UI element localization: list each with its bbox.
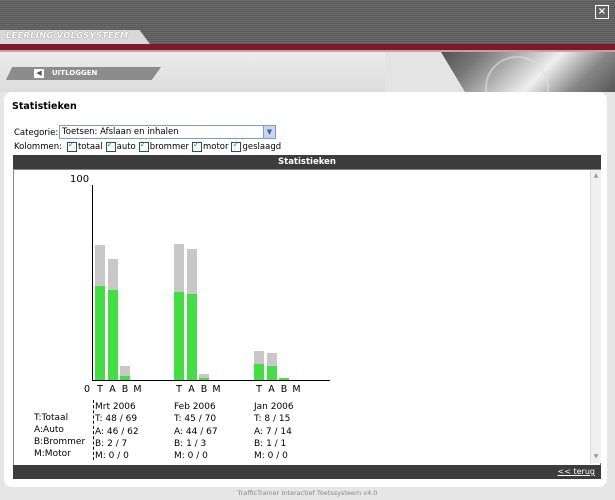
group-stat-t: T: 8 / 15	[254, 414, 291, 425]
bar-passed-segment	[107, 290, 118, 380]
tick-label-t: T	[97, 384, 103, 395]
bar-passed-segment	[186, 294, 197, 380]
columns-row: Kolommen: totaal auto brommer motor gesl…	[14, 140, 282, 153]
checkbox-label-motor: motor	[202, 142, 229, 152]
stats-header: Statistieken	[13, 155, 601, 169]
brand-title: LEERLING VOLGSYSTEEM	[6, 31, 129, 40]
bar-passed-segment	[279, 378, 289, 380]
group-info-feb: Feb 2006 T: 45 / 70 A: 44 / 67 B: 1 / 3 …	[174, 401, 218, 462]
tick-label-a: A	[109, 384, 116, 395]
group-info-jan: Jan 2006 T: 8 / 15 A: 7 / 14 B: 1 / 1 M:…	[254, 401, 294, 462]
group-stat-m: M: 0 / 0	[95, 451, 129, 462]
checkbox-motor[interactable]	[191, 140, 202, 152]
tick-label-t: T	[256, 384, 262, 395]
group-stat-b: B: 2 / 7	[95, 438, 128, 449]
bar-feb-2006-t	[174, 243, 184, 380]
group-label: Feb 2006	[174, 402, 216, 412]
checkbox-totaal[interactable]	[66, 140, 77, 152]
group-label: Mrt 2006	[95, 402, 136, 412]
group-stat-t: T: 48 / 69	[95, 414, 138, 425]
tick-label-t: T	[176, 384, 182, 395]
group-stat-a: A: 7 / 14	[254, 426, 292, 437]
tick-label-a: A	[188, 384, 195, 395]
bar-mrt-2006-a	[107, 259, 118, 380]
group-label: Jan 2006	[254, 402, 294, 412]
page-title: Statistieken	[12, 101, 77, 112]
chevron-down-icon[interactable]: ▼	[263, 126, 275, 138]
arrow-left-icon[interactable]: ◀	[34, 69, 44, 78]
stats-footer: << terug	[13, 465, 601, 479]
bar-passed-segment	[199, 378, 209, 380]
tick-label-m: M	[292, 384, 301, 395]
category-label: Categorie:	[14, 128, 59, 138]
legend-brommer: B:Brommer	[34, 437, 86, 447]
group-stat-a: A: 44 / 67	[174, 426, 218, 437]
logout-label[interactable]: UITLOGGEN	[52, 69, 97, 78]
columns-label: Kolommen:	[14, 142, 62, 152]
legend-motor: M:Motor	[34, 449, 71, 459]
bar-jan-2006-t	[254, 350, 264, 380]
bar-mrt-2006-b	[120, 366, 130, 380]
bar-passed-segment	[266, 366, 277, 380]
tick-label-b: B	[200, 384, 208, 395]
checkbox-brommer[interactable]	[138, 140, 149, 152]
group-stat-m: M: 0 / 0	[254, 451, 288, 462]
group-stat-b: B: 1 / 3	[174, 438, 207, 449]
y-axis-min-label: 0	[84, 384, 91, 395]
bar-jan-2006-a	[266, 352, 277, 380]
legend-totaal: T:Totaal	[34, 413, 69, 423]
y-axis	[92, 185, 93, 381]
category-select-value: Toetsen: Afslaan en inhalen	[62, 127, 179, 137]
scrollbar[interactable]: ▲ ▼	[590, 170, 601, 463]
y-axis-max-label: 100	[70, 174, 90, 185]
checkbox-label-geslaagd: geslaagd	[242, 142, 282, 152]
bar-passed-segment	[120, 376, 130, 380]
tick-label-b: B	[121, 384, 129, 395]
x-axis	[92, 380, 330, 381]
bar-passed-segment	[254, 364, 264, 380]
group-stat-m: M: 0 / 0	[174, 451, 208, 462]
footer-credit: TrafficTrainer Interactief Toetssysteem …	[237, 489, 378, 497]
checkbox-label-auto: auto	[116, 142, 136, 152]
header-band	[0, 44, 615, 52]
tick-label-m: M	[212, 384, 221, 395]
tick-label-m: M	[133, 384, 142, 395]
legend-auto: A:Auto	[34, 425, 64, 435]
checkbox-geslaagd[interactable]	[231, 140, 242, 152]
scroll-down-icon[interactable]: ▼	[592, 453, 600, 461]
legend-divider	[93, 400, 94, 460]
bar-jan-2006-b	[279, 378, 289, 380]
bar-passed-segment	[174, 292, 184, 380]
scroll-up-icon[interactable]: ▲	[592, 172, 600, 180]
group-stat-a: A: 46 / 62	[95, 426, 139, 437]
tick-label-b: B	[280, 384, 288, 395]
group-stat-t: T: 45 / 70	[174, 414, 217, 425]
category-select[interactable]: Toetsen: Afslaan en inhalen ▼	[59, 125, 276, 139]
checkbox-label-brommer: brommer	[149, 142, 189, 152]
checkbox-auto[interactable]	[105, 140, 116, 152]
back-link[interactable]: << terug	[558, 467, 595, 476]
tick-label-a: A	[268, 384, 275, 395]
group-info-mrt: Mrt 2006 T: 48 / 69 A: 46 / 62 B: 2 / 7 …	[95, 401, 139, 462]
bar-passed-segment	[95, 286, 105, 380]
bar-feb-2006-b	[199, 374, 209, 380]
bar-mrt-2006-t	[95, 245, 105, 380]
bar-feb-2006-a	[186, 249, 197, 380]
close-icon[interactable]: ×	[595, 5, 609, 19]
checkbox-label-totaal: totaal	[77, 142, 103, 152]
group-stat-b: B: 1 / 1	[254, 438, 287, 449]
